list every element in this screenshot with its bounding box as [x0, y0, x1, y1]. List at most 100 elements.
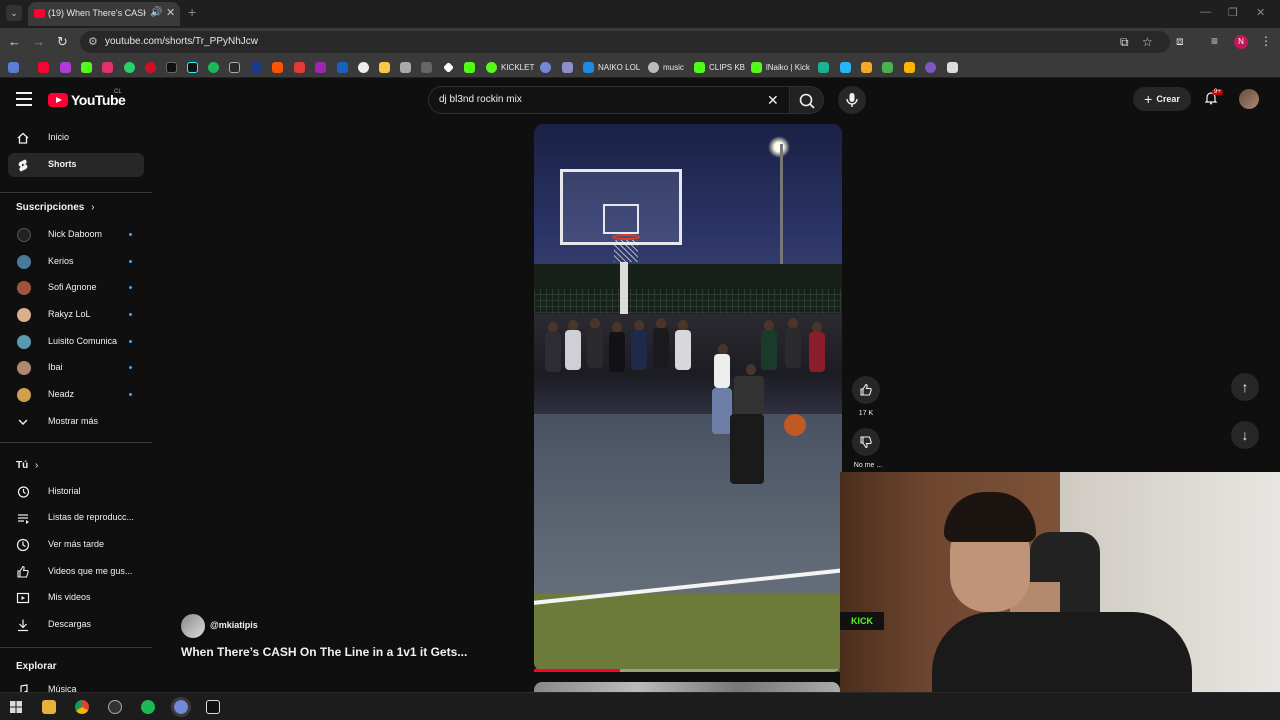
speaker-icon[interactable]: 🔊 [150, 7, 162, 18]
bookmark-yellow-icon[interactable] [379, 60, 390, 74]
bookmark-naiko-kick[interactable]: lNaiko | Kick [751, 60, 810, 74]
sidebar-item-music[interactable]: Música [8, 678, 144, 692]
dislike-button[interactable] [852, 428, 880, 456]
search-input[interactable]: dj bl3nd rockin mix ✕ [428, 86, 790, 114]
back-icon[interactable]: ← [8, 34, 21, 49]
bookmark-star-icon[interactable]: ☆ [1142, 35, 1153, 49]
sidebar-item-my-videos[interactable]: Mis videos [8, 586, 144, 610]
sidebar-item-downloads[interactable]: Descargas [8, 613, 144, 637]
bookmark-blue-icon[interactable] [251, 60, 262, 74]
site-info-icon[interactable]: ⚙ [88, 35, 98, 48]
bookmark-kick-icon[interactable] [81, 60, 92, 74]
bookmark-tiktok-icon[interactable] [187, 60, 198, 74]
bookmark-orange-icon[interactable] [861, 60, 872, 74]
discord-icon[interactable] [171, 697, 191, 717]
short-video-player[interactable] [534, 124, 842, 672]
windows-start-icon[interactable] [10, 701, 22, 713]
sidebar-item-shorts[interactable]: Shorts [8, 153, 144, 177]
bookmark-shield-icon[interactable] [562, 60, 573, 74]
bookmark-kicklet[interactable]: KICKLET [486, 60, 534, 74]
extensions-icon[interactable]: ⧈ [1176, 34, 1184, 49]
bookmark-whatsapp-icon[interactable] [124, 60, 135, 74]
sidebar-item-subscription[interactable]: Luisito Comunica [8, 330, 144, 354]
bookmark-instagram-icon[interactable] [102, 60, 113, 74]
browser-profile-avatar[interactable]: N [1234, 35, 1248, 49]
bookmark-clips-kb[interactable]: CLIPS KB [694, 60, 745, 74]
home-icon [17, 132, 29, 144]
media-controls-icon[interactable]: ≡ [1211, 34, 1218, 48]
bookmark-white-icon[interactable] [947, 60, 958, 74]
sidebar-item-liked-videos[interactable]: Videos que me gus... [8, 560, 144, 584]
previous-short-button[interactable]: ↑ [1231, 373, 1259, 401]
file-explorer-icon[interactable] [42, 700, 56, 714]
bookmark-diamond-icon[interactable] [443, 60, 454, 74]
bookmark-red-icon[interactable] [294, 60, 305, 74]
bookmark-link-icon[interactable] [925, 60, 936, 74]
account-avatar[interactable] [1239, 89, 1259, 109]
minimize-icon[interactable]: — [1200, 6, 1211, 18]
bookmark-soundcloud-icon[interactable] [272, 60, 283, 74]
sidebar-item-subscription[interactable]: Neadz [8, 383, 144, 407]
chrome-icon[interactable] [75, 700, 89, 714]
create-button[interactable]: + Crear [1133, 87, 1191, 111]
bookmark-s-icon[interactable] [229, 60, 240, 74]
bookmark-discord-icon[interactable] [540, 60, 551, 74]
sidebar-item-subscription[interactable]: Kerios [8, 250, 144, 274]
obs-icon[interactable] [108, 700, 122, 714]
forward-icon[interactable]: → [32, 34, 45, 49]
sidebar-item-inicio[interactable]: Inicio [8, 126, 144, 150]
new-tab-button[interactable]: + [188, 4, 196, 20]
spotify-icon[interactable] [141, 700, 155, 714]
bookmark-cat-icon[interactable] [400, 60, 411, 74]
bookmark-lime-icon[interactable] [882, 60, 893, 74]
close-icon[interactable]: ✕ [166, 6, 175, 19]
sidebar-item-watch-later[interactable]: Ver más tarde [8, 533, 144, 557]
bookmark-chart-icon[interactable] [840, 60, 851, 74]
bookmark-spotify-icon[interactable] [208, 60, 219, 74]
next-short-button[interactable]: ↓ [1231, 421, 1259, 449]
search-button[interactable] [790, 86, 824, 114]
bookmark-teal-icon[interactable] [818, 60, 829, 74]
channel-name[interactable]: @mkiatipis [210, 620, 258, 630]
sidebar-item-subscription[interactable]: Rakyz LoL [8, 303, 144, 327]
tab-search-button[interactable]: ⌄ [6, 5, 22, 21]
install-app-icon[interactable]: ⧉ [1120, 35, 1129, 50]
browser-tab[interactable]: (19) When There's CASH On 🔊 ✕ [28, 2, 180, 26]
bookmark-u-icon[interactable] [904, 60, 915, 74]
channel-avatar[interactable] [181, 614, 205, 638]
sidebar-item-show-more[interactable]: Mostrar más [8, 410, 144, 434]
maximize-icon[interactable]: ❐ [1228, 6, 1238, 19]
browser-menu-icon[interactable]: ⋮ [1260, 34, 1272, 48]
sidebar-item-subscription[interactable]: Sofi Agnone [8, 276, 144, 300]
bookmark-naiko-lol[interactable]: NAIKO LOL [583, 60, 640, 74]
bookmark-x-icon[interactable] [166, 60, 177, 74]
bookmark-circle-icon[interactable] [358, 60, 369, 74]
bookmark-grey-icon[interactable] [421, 60, 432, 74]
bookmark-search-icon[interactable] [337, 60, 348, 74]
video-progress-bar[interactable] [534, 669, 840, 672]
bookmark-twitch-icon[interactable] [60, 60, 71, 74]
voice-search-button[interactable] [838, 86, 866, 114]
search-icon [799, 93, 815, 109]
bookmark-youtube-icon[interactable] [38, 60, 49, 74]
sidebar-item-subscription[interactable]: Nick Daboom [8, 223, 144, 247]
sidebar-item-playlists[interactable]: Listas de reproducc... [8, 506, 144, 530]
app-icon[interactable] [206, 700, 220, 714]
bookmark-pinterest-icon[interactable] [145, 60, 156, 74]
sidebar-item-historial[interactable]: Historial [8, 480, 144, 504]
short-title[interactable]: When There’s CASH On The Line in a 1v1 i… [181, 645, 467, 659]
you-heading[interactable]: Tú › [16, 460, 38, 471]
like-button[interactable] [852, 376, 880, 404]
reload-icon[interactable]: ↻ [57, 34, 68, 50]
sidebar-item-subscription[interactable]: Ibai [8, 356, 144, 380]
apps-icon[interactable] [8, 60, 19, 74]
sidebar-item-label: Listas de reproducc... [48, 512, 135, 522]
bookmark-music[interactable]: music [648, 60, 684, 74]
address-input[interactable]: ⚙ youtube.com/shorts/Tr_PPyNhJcw ⧉ ☆ [80, 31, 1170, 53]
bookmark-purple-icon[interactable] [315, 60, 326, 74]
bookmark-green-icon[interactable] [464, 60, 475, 74]
clear-search-icon[interactable]: ✕ [767, 92, 779, 109]
subscriptions-heading[interactable]: Suscripciones › [16, 202, 94, 213]
menu-icon[interactable] [16, 92, 32, 110]
window-close-icon[interactable]: ✕ [1256, 6, 1265, 19]
